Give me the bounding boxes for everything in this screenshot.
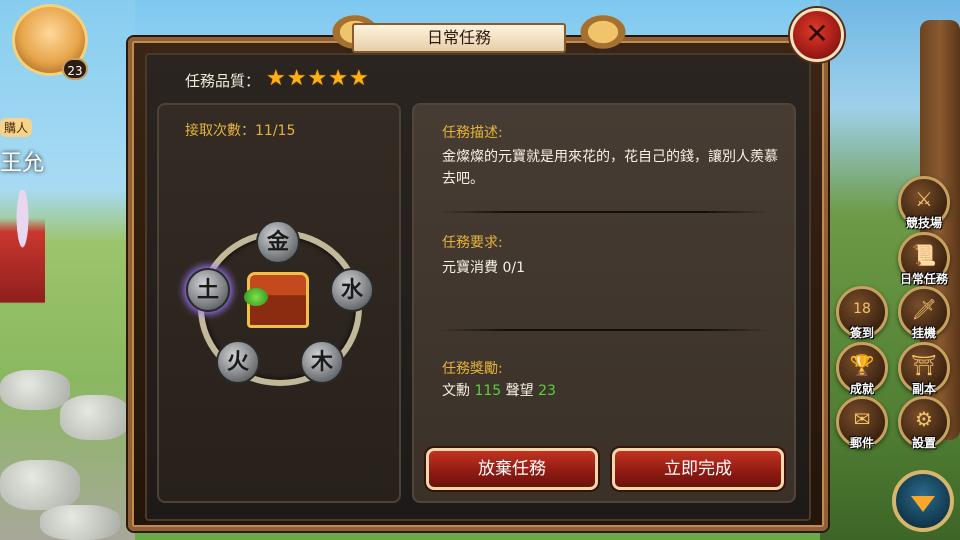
achievement-label: 成就 xyxy=(849,382,874,396)
arena-button[interactable]: ⚔ 競技場 xyxy=(898,176,950,230)
sword-icon: 🗡 xyxy=(911,297,937,321)
divider xyxy=(440,211,770,213)
scene-stone xyxy=(0,370,70,410)
scene-stone xyxy=(0,460,80,510)
requirement-text: 元寶消費 0/1 xyxy=(442,260,525,276)
helmet-icon: ⛩ xyxy=(911,353,937,377)
daily-task-button[interactable]: 📜 日常任務 xyxy=(898,232,950,286)
reward-item1-name: 文勳 xyxy=(442,383,470,399)
description-label: 任務描述: xyxy=(442,125,503,141)
sign-in-label: 簽到 xyxy=(849,326,874,340)
mail-button[interactable]: ✉ 郵件 xyxy=(836,396,888,450)
accept-count: 接取次數：11/15 xyxy=(185,123,296,139)
mail-label: 郵件 xyxy=(849,436,874,450)
abandon-task-button[interactable]: 放棄任務 xyxy=(426,448,598,490)
dungeon-label: 副本 xyxy=(911,382,936,396)
description-text: 金燦燦的元寶就是用來花的，花自己的錢，讓別人羨慕去吧。 xyxy=(442,149,778,187)
player-level-badge: 23 xyxy=(62,58,88,80)
idle-label: 挂機 xyxy=(911,326,936,340)
npc-character[interactable] xyxy=(0,190,45,330)
arena-icon: ⚔ xyxy=(915,187,933,211)
reward-item2-name: 聲望 xyxy=(505,383,534,399)
star-icon: ★ xyxy=(328,66,348,91)
idle-button[interactable]: 🗡 挂機 xyxy=(898,286,950,340)
reward-item2-value: 23 xyxy=(538,383,556,399)
element-earth: 土 xyxy=(186,268,230,312)
close-button[interactable]: ✕ xyxy=(790,8,844,62)
settings-button[interactable]: ⚙ 設置 xyxy=(898,396,950,450)
scene-stone xyxy=(40,505,120,540)
element-metal: 金 xyxy=(256,220,300,264)
calendar-icon: 18 xyxy=(853,301,871,317)
scene-stone xyxy=(60,395,130,440)
requirement-label: 任務要求: xyxy=(442,235,503,251)
divider xyxy=(440,329,770,331)
dialog-title: 日常任務 xyxy=(352,23,566,53)
npc-title: 購人 xyxy=(0,118,33,137)
reward-label: 任務獎勵: xyxy=(442,361,503,377)
trophy-icon: 🏆 xyxy=(849,353,875,377)
title-ornament-right-icon xyxy=(568,6,638,58)
element-wood: 木 xyxy=(300,340,344,384)
star-icon: ★ xyxy=(266,66,286,91)
gear-icon: ⚙ xyxy=(915,407,933,431)
jade-icon xyxy=(244,288,268,306)
reward-item1-value: 115 xyxy=(474,383,502,399)
complete-now-button[interactable]: 立即完成 xyxy=(612,448,784,490)
close-icon: ✕ xyxy=(805,17,829,50)
star-icon: ★ xyxy=(348,66,369,91)
element-water: 水 xyxy=(330,268,374,312)
star-icon: ★ xyxy=(286,66,307,91)
dungeon-button[interactable]: ⛩ 副本 xyxy=(898,342,950,396)
quality-label: 任務品質： xyxy=(185,72,261,90)
quality-stars: ★ ★ ★ ★ ★ xyxy=(266,66,369,91)
npc-name: 王允 xyxy=(0,151,45,176)
element-fire: 火 xyxy=(216,340,260,384)
achievement-button[interactable]: 🏆 成就 xyxy=(836,342,888,396)
scroll-icon: 📜 xyxy=(911,243,937,267)
star-icon: ★ xyxy=(307,66,328,91)
settings-label: 設置 xyxy=(911,436,936,450)
sign-in-button[interactable]: 18 簽到 xyxy=(836,286,888,340)
daily-task-label: 日常任務 xyxy=(899,272,948,286)
chevron-down-icon xyxy=(911,496,935,512)
mail-icon: ✉ xyxy=(853,407,871,431)
arena-label: 競技場 xyxy=(905,216,942,230)
reward-text: 文勳 115 聲望 23 xyxy=(442,380,782,402)
expand-menu-button[interactable] xyxy=(892,470,954,532)
